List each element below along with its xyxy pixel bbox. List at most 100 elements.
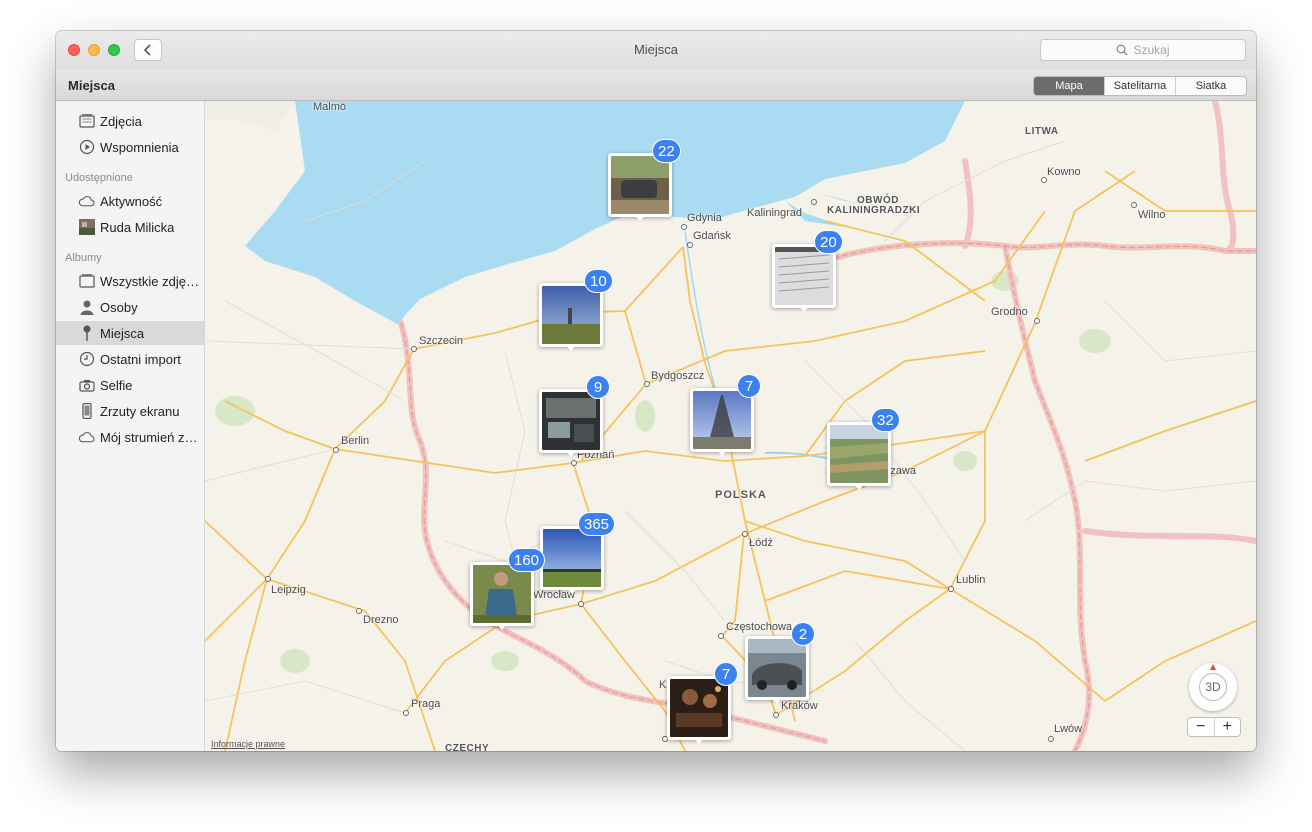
section-header-albums: Albumy	[65, 252, 102, 264]
photo-thumbnail	[611, 156, 669, 214]
photo-cluster-gdynia[interactable]: 22	[608, 139, 681, 221]
sidebar-item-label: Ruda Milicka	[100, 219, 175, 235]
city-label-wilno: Wilno	[1138, 209, 1166, 221]
city-dot-lublin	[948, 586, 954, 592]
view-mode-satellite-button[interactable]: Satelitarna	[1105, 77, 1176, 95]
search-placeholder: Szukaj	[1133, 43, 1170, 57]
sidebar-item-activity[interactable]: Aktywność	[56, 189, 205, 213]
photo-cluster-bydgoszcz[interactable]: 7	[690, 374, 761, 456]
photo-count-badge: 7	[714, 662, 738, 686]
page-title: Miejsca	[68, 78, 115, 93]
sidebar-item-label: Selfie	[100, 377, 133, 393]
photo-count-badge: 2	[791, 622, 815, 646]
photo-cluster-kaliningrad[interactable]: 20	[772, 230, 843, 312]
map-view[interactable]: LITWA OBWÓD KALININGRADZKI CZECHY POLSKA…	[205, 101, 1256, 751]
city-dot-praga	[403, 710, 409, 716]
view-mode-grid-button[interactable]: Siatka	[1176, 77, 1246, 95]
city-dot-gdansk	[687, 242, 693, 248]
sidebar-item-label: Ostatni import	[100, 351, 181, 367]
sidebar-item-memories[interactable]: Wspomnienia	[56, 135, 205, 159]
pin-icon	[78, 325, 95, 342]
sidebar-item-label: Aktywność	[100, 193, 163, 209]
city-dot-berlin	[333, 447, 339, 453]
photo-thumbnail	[542, 286, 600, 344]
photo-cluster-katowice[interactable]: 7	[667, 662, 738, 744]
sidebar-item-photos[interactable]: Zdjęcia	[56, 109, 205, 133]
sidebar-item-label: Zdjęcia	[100, 113, 142, 129]
photo-cluster-czestochowa[interactable]: 2	[745, 622, 815, 704]
compass-3d-button[interactable]: 3D	[1189, 663, 1237, 711]
photo-count-badge: 160	[508, 548, 546, 572]
region-label-lithuania: LITWA	[1025, 126, 1059, 137]
search-icon	[1117, 44, 1128, 56]
city-dot-grodno	[1034, 318, 1040, 324]
sidebar-item-label: Zrzuty ekranu	[100, 403, 180, 419]
sidebar: Zdjęcia Wspomnienia Udostępnione Aktywno…	[56, 101, 205, 751]
city-dot-wroclaw	[578, 601, 584, 607]
sidebar-item-last-import[interactable]: Ostatni import	[56, 347, 205, 371]
city-label-grodno: Grodno	[991, 306, 1028, 318]
photo-cluster-wroclaw-365[interactable]: 365	[540, 512, 616, 594]
city-label-lwow: Lwów	[1054, 723, 1083, 735]
photo-thumbnail	[543, 529, 601, 587]
sidebar-item-people[interactable]: Osoby	[56, 295, 205, 319]
city-label-szczecin: Szczecin	[419, 335, 464, 347]
sidebar-item-label: Osoby	[100, 299, 138, 315]
city-label-lublin: Lublin	[956, 574, 986, 586]
album-thumbnail-icon	[78, 219, 95, 236]
photo-thumbnail	[748, 639, 806, 697]
city-dot-krakow	[773, 712, 779, 718]
memories-icon	[78, 139, 95, 156]
phone-icon	[78, 403, 95, 420]
sidebar-item-ruda-milicka[interactable]: Ruda Milicka	[56, 215, 205, 239]
city-label-bydgoszcz: Bydgoszcz	[651, 370, 705, 382]
photo-thumbnail	[693, 391, 751, 449]
zoom-control: − +	[1187, 717, 1241, 737]
legal-info-link[interactable]: Informacje prawne	[211, 739, 285, 749]
view-mode-map-button[interactable]: Mapa	[1034, 77, 1105, 95]
sidebar-item-screenshots[interactable]: Zrzuty ekranu	[56, 399, 205, 423]
cloud-icon	[78, 429, 95, 446]
sidebar-item-selfie[interactable]: Selfie	[56, 373, 205, 397]
city-label-kowno: Kowno	[1047, 166, 1081, 178]
sidebar-item-label: Mój strumień zdjęć	[100, 429, 200, 445]
city-dot-drezno	[356, 608, 362, 614]
sidebar-item-places[interactable]: Miejsca	[56, 321, 205, 345]
zoom-in-button[interactable]: +	[1215, 718, 1241, 736]
photo-count-badge: 10	[584, 269, 613, 293]
sidebar-item-all-photos[interactable]: Wszystkie zdjęcia	[56, 269, 205, 293]
clock-icon	[78, 351, 95, 368]
region-label-czechia: CZECHY	[445, 743, 490, 751]
sidebar-item-photo-stream[interactable]: Mój strumień zdjęć	[56, 425, 205, 449]
photos-window: Miejsca Szukaj Miejsca Mapa Satelitarna …	[56, 31, 1256, 751]
all-photos-icon	[78, 273, 95, 290]
city-label-gdansk: Gdańsk	[693, 230, 731, 242]
photo-cluster-wroclaw-160[interactable]: 160	[470, 548, 546, 630]
section-header-shared: Udostępnione	[65, 172, 133, 184]
photo-thumbnail	[473, 565, 531, 623]
search-field[interactable]: Szukaj	[1040, 39, 1246, 61]
country-label-poland: POLSKA	[715, 489, 767, 501]
person-icon	[78, 299, 95, 316]
sidebar-item-label: Miejsca	[100, 325, 145, 341]
photos-icon	[78, 113, 95, 130]
zoom-out-button[interactable]: −	[1188, 718, 1215, 736]
cloud-icon	[78, 193, 95, 210]
city-label-gdynia: Gdynia	[687, 212, 722, 224]
photo-thumbnail	[542, 392, 600, 450]
photo-thumbnail	[670, 679, 728, 737]
city-dot-gdynia	[681, 224, 687, 230]
photo-count-badge: 9	[586, 375, 610, 399]
photo-cluster-warszawa[interactable]: 32	[827, 408, 900, 490]
photo-count-badge: 7	[737, 374, 761, 398]
city-dot-wilno	[1131, 202, 1137, 208]
photo-thumbnail	[775, 247, 833, 305]
city-label-lodz: Łódź	[749, 537, 773, 549]
city-dot-kaliningrad	[811, 199, 817, 205]
photo-cluster-poznan[interactable]: 9	[539, 375, 610, 457]
photo-count-badge: 32	[871, 408, 900, 432]
sidebar-item-label: Wszystkie zdjęcia	[100, 273, 200, 289]
photo-cluster-szczecin[interactable]: 10	[539, 269, 613, 351]
city-dot-lodz	[742, 531, 748, 537]
city-label-praga: Praga	[411, 698, 441, 710]
